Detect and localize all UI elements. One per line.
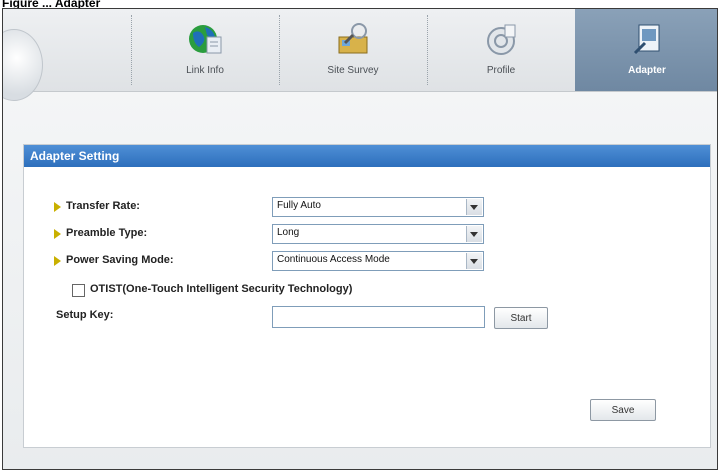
preamble-type-select[interactable]: Long — [272, 224, 484, 244]
transfer-rate-select[interactable]: Fully Auto — [272, 197, 484, 217]
save-button[interactable]: Save — [590, 399, 656, 421]
start-button[interactable]: Start — [494, 307, 548, 329]
tab-bar: Link Info Site Survey Profile Adapter — [3, 9, 717, 101]
otist-label: OTIST(One-Touch Intelligent Security Tec… — [90, 283, 353, 295]
tab-label: Site Survey — [327, 65, 379, 76]
tab-link-info[interactable]: Link Info — [131, 9, 279, 91]
tab-label: Profile — [486, 65, 516, 76]
transfer-rate-label: Transfer Rate: — [66, 200, 140, 212]
chevron-down-icon[interactable] — [466, 253, 482, 269]
utility-window: Link Info Site Survey Profile Adapter Ad… — [2, 8, 718, 470]
profile-icon — [487, 24, 516, 55]
otist-checkbox[interactable] — [72, 284, 85, 297]
bullet-arrow-icon — [54, 229, 61, 239]
setup-key-label: Setup Key: — [56, 309, 114, 321]
tab-label: Link Info — [186, 65, 224, 76]
preamble-type-label: Preamble Type: — [66, 227, 148, 239]
globe-icon — [189, 25, 222, 54]
preamble-type-value: Long — [277, 227, 300, 238]
adapter-icon — [633, 24, 660, 55]
power-saving-mode-select[interactable]: Continuous Access Mode — [272, 251, 484, 271]
tab-label: Adapter — [628, 65, 666, 76]
chevron-down-icon[interactable] — [466, 199, 482, 215]
figure-caption: Figure ... Adapter — [2, 0, 101, 10]
power-saving-mode-label: Power Saving Mode: — [66, 254, 174, 266]
panel-title: Adapter Setting — [24, 145, 710, 167]
site-survey-icon — [338, 23, 368, 54]
tab-profile[interactable]: Profile — [427, 9, 575, 91]
transfer-rate-value: Fully Auto — [277, 200, 321, 211]
power-saving-mode-value: Continuous Access Mode — [277, 254, 390, 265]
bullet-arrow-icon — [54, 202, 61, 212]
bullet-arrow-icon — [54, 256, 61, 266]
setup-key-input[interactable] — [272, 306, 485, 328]
adapter-setting-panel: Adapter Setting Transfer Rate: Fully Aut… — [23, 144, 711, 448]
tab-adapter[interactable]: Adapter — [575, 9, 717, 91]
tab-site-survey[interactable]: Site Survey — [279, 9, 427, 91]
chevron-down-icon[interactable] — [466, 226, 482, 242]
decorative-swoosh — [3, 29, 43, 101]
